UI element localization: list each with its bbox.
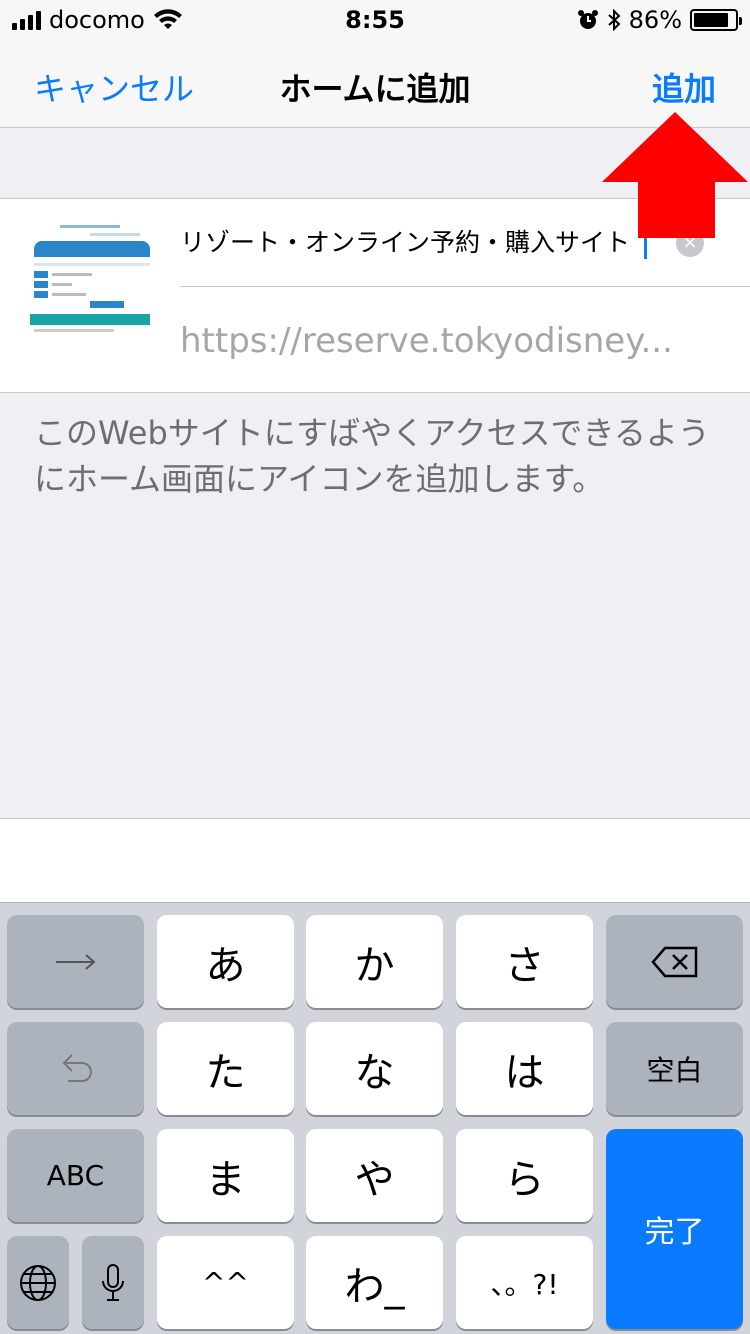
microphone-icon <box>102 1263 124 1301</box>
battery-icon <box>690 9 742 31</box>
key-wa[interactable]: わ_ <box>306 1236 443 1329</box>
done-key[interactable]: 完了 <box>606 1129 743 1329</box>
globe-key[interactable] <box>7 1236 69 1329</box>
red-arrow-annotation <box>602 112 748 238</box>
bluetooth-icon <box>607 9 621 31</box>
abc-key[interactable]: ABC <box>7 1129 144 1222</box>
title-input[interactable]: リゾート・オンライン予約・購入サイト <box>180 223 630 259</box>
key-ra[interactable]: ら <box>456 1129 593 1222</box>
key-a[interactable]: あ <box>157 915 294 1008</box>
delete-key[interactable] <box>606 915 743 1008</box>
battery-percent: 86% <box>628 6 682 34</box>
status-right: 86% <box>577 6 742 34</box>
key-ka[interactable]: か <box>306 915 443 1008</box>
key-modifier[interactable]: ^^ <box>157 1236 294 1329</box>
key-sa[interactable]: さ <box>456 915 593 1008</box>
key-ya[interactable]: や <box>306 1129 443 1222</box>
key-punctuation[interactable]: 、。?! <box>456 1236 593 1329</box>
keyboard-accessory-strip <box>0 818 750 902</box>
undo-icon <box>62 1053 92 1082</box>
next-candidate-key[interactable] <box>7 915 144 1008</box>
japanese-kana-keyboard: あ か さ た な は 空白 ABC ま や ら 完了 ^^ わ_ 、。?! <box>0 902 750 1334</box>
backspace-icon <box>650 946 697 977</box>
key-ha[interactable]: は <box>456 1022 593 1115</box>
space-key[interactable]: 空白 <box>606 1022 743 1115</box>
key-ta[interactable]: た <box>157 1022 294 1115</box>
description-text: このWebサイトにすばやくアクセスできるようにホーム画面にアイコンを追加します。 <box>34 414 710 498</box>
right-arrow-icon <box>55 953 96 970</box>
status-bar: docomo 8:55 86% <box>0 0 750 40</box>
site-thumbnail <box>30 219 150 339</box>
alarm-icon <box>577 10 598 29</box>
url-label: https://reserve.tokyodisney... <box>180 321 673 361</box>
battery-fill <box>694 13 729 27</box>
globe-icon <box>20 1264 56 1301</box>
key-na[interactable]: な <box>306 1022 443 1115</box>
add-button[interactable]: 追加 <box>652 64 716 110</box>
cancel-button[interactable]: キャンセル <box>34 64 194 110</box>
dictation-key[interactable] <box>82 1236 144 1329</box>
key-ma[interactable]: ま <box>157 1129 294 1222</box>
undo-key[interactable] <box>7 1022 144 1115</box>
